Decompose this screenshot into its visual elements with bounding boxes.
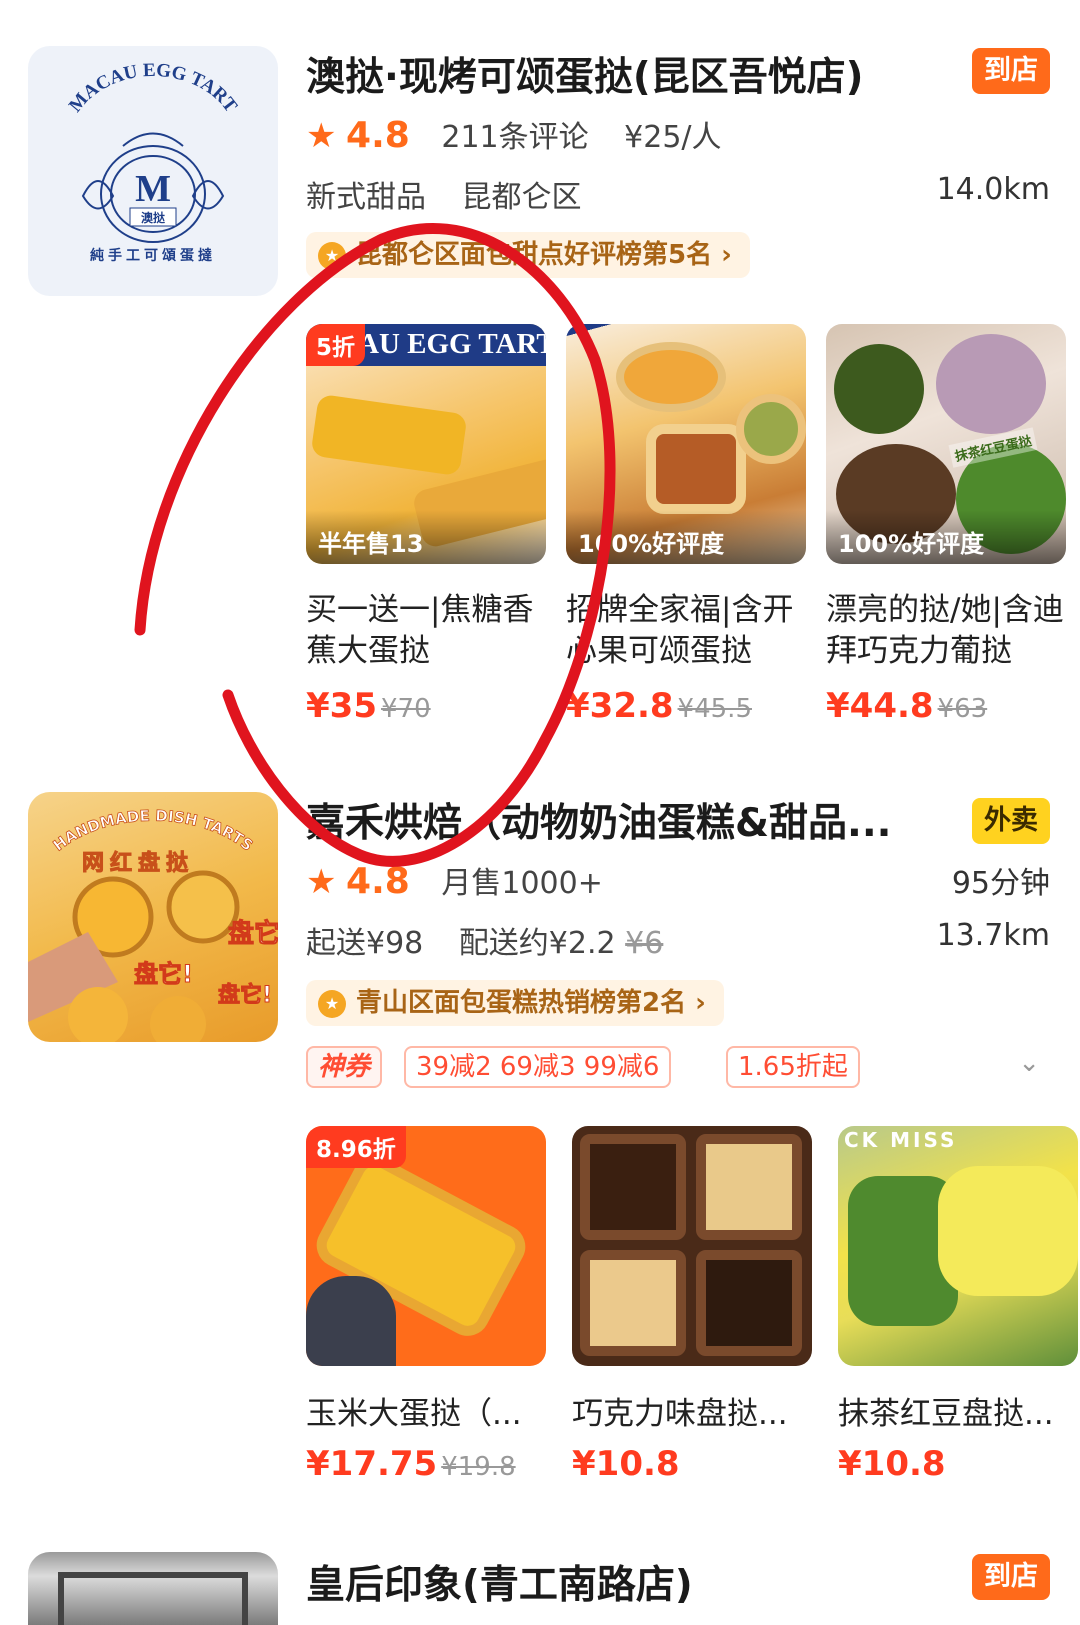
product-image: 8.96折 — [306, 1126, 546, 1366]
store-name[interactable]: 澳挞·现烤可颂蛋挞(昆区吾悦店) — [306, 46, 863, 102]
price-current: ¥10.8 — [838, 1444, 946, 1484]
store-name[interactable]: 皇后印象(青工南路店) — [306, 1554, 693, 1610]
in-store-tag: 到店 — [972, 1554, 1050, 1600]
delivery-time: 95分钟 — [951, 866, 1050, 901]
logo-monogram: M — [135, 168, 171, 210]
discount-badge: 8.96折 — [306, 1126, 406, 1168]
review-count[interactable]: 211条评论 — [441, 120, 588, 155]
logo-mid-text: 网红盘挞 — [82, 850, 194, 876]
store-logo: HANDMADE DISH TARTS 网红盘挞 盘它! 盘它! 盘它! — [28, 792, 278, 1042]
store-district: 昆都仑区 — [461, 180, 582, 215]
image-banner-text: CK MISS — [844, 1128, 958, 1152]
logo-word: 盘它! — [228, 918, 278, 949]
svg-text:HANDMADE DISH TARTS: HANDMADE DISH TARTS — [50, 807, 257, 855]
store-delivery-row: 起送¥98 配送约¥2.2 ¥6 13.7km — [306, 918, 1050, 961]
monthly-sales: 月售1000+ — [441, 866, 603, 901]
logo-sub: 澳挞 — [141, 210, 166, 225]
rank-text: 青山区面包蛋糕热销榜第2名 — [356, 988, 687, 1018]
store-card-queen-impression[interactable]: 皇后印象(青工南路店) 到店 — [0, 1510, 1080, 1625]
product-price: ¥10.8 — [572, 1444, 680, 1484]
medal-icon: ★ — [318, 989, 346, 1018]
rank-badge[interactable]: ★ 昆都仑区面包甜点好评榜第5名 › — [306, 232, 750, 278]
store-card-macau-egg-tart[interactable]: MACAU EGG TART M 澳挞 純手工可頌蛋撻 澳挞·现烤可颂蛋挞(昆区… — [0, 0, 1080, 740]
logo-top-text: HANDMADE DISH TARTS — [49, 806, 256, 855]
product-name: 抹茶红豆盘挞... — [838, 1396, 1054, 1432]
rating-value: 4.8 — [346, 115, 410, 156]
price-original: ¥70 — [380, 694, 431, 724]
store-category-row: 新式甜品 昆都仑区 14.0km — [306, 172, 1050, 215]
price-original: ¥45.5 — [677, 694, 752, 724]
price-original: ¥63 — [937, 694, 988, 724]
super-coupon-tag[interactable]: 神券 — [306, 1046, 383, 1088]
store-logo — [28, 1552, 278, 1625]
store-distance: 14.0km — [936, 172, 1050, 207]
discount-rate-tag[interactable]: 1.65折起 — [726, 1046, 860, 1088]
delivery-fee-original: ¥6 — [625, 926, 664, 961]
product-name: 招牌全家福|含开心果可颂蛋挞 — [566, 592, 794, 669]
logo-word: 盘它! — [218, 982, 272, 1008]
price-current: ¥10.8 — [572, 1444, 680, 1484]
product-price: ¥35 ¥70 — [306, 686, 431, 726]
rating-value: 4.8 — [346, 861, 410, 902]
product-name: 玉米大蛋挞（... — [306, 1396, 522, 1432]
logo-bottom-text: 純手工可頌蛋撻 — [90, 247, 216, 264]
store-rating-row: ★ 4.8 211条评论 ¥25/人 — [306, 112, 1050, 156]
svg-text:MACAU EGG TART: MACAU EGG TART — [65, 60, 241, 117]
store-name[interactable]: 嘉禾烘焙（动物奶油蛋糕&甜品... — [306, 792, 891, 848]
store-logo: MACAU EGG TART M 澳挞 純手工可頌蛋撻 — [28, 46, 278, 296]
image-banner-text: AU EGG TART — [358, 328, 546, 360]
product-image — [572, 1126, 812, 1366]
price-current: ¥44.8 — [826, 686, 934, 726]
rank-text: 昆都仑区面包甜点好评榜第5名 — [356, 240, 713, 270]
chevron-down-icon[interactable]: ⌄ — [1018, 1048, 1040, 1078]
product-image: AU EGG TART 5折 半年售13 — [306, 324, 546, 564]
discount-tiers-tag[interactable]: 39减2 69减3 99减6 — [404, 1046, 672, 1088]
store-distance: 13.7km — [936, 918, 1050, 953]
min-order: 起送¥98 — [306, 926, 424, 961]
product-name: 巧克力味盘挞... — [572, 1396, 788, 1432]
star-icon: ★ — [306, 862, 337, 902]
sales-overlay: 半年售13 — [306, 510, 546, 564]
star-icon: ★ — [306, 116, 337, 156]
chevron-right-icon: › — [686, 988, 706, 1018]
rank-badge[interactable]: ★ 青山区面包蛋糕热销榜第2名 › — [306, 980, 724, 1026]
store-category: 新式甜品 — [306, 180, 426, 215]
product-price: ¥32.8 ¥45.5 — [566, 686, 752, 726]
rating-overlay: 100%好评度 — [826, 510, 1066, 564]
price-current: ¥32.8 — [566, 686, 674, 726]
price-current: ¥35 — [306, 686, 377, 726]
product-image: 抹茶红豆蛋挞 100%好评度 — [826, 324, 1066, 564]
product-price: ¥17.75 ¥19.8 — [306, 1444, 516, 1484]
store-card-jiahe-bakery[interactable]: HANDMADE DISH TARTS 网红盘挞 盘它! 盘它! 盘它! 嘉禾烘… — [0, 740, 1080, 1510]
medal-icon: ★ — [318, 241, 346, 270]
product-image: 100%好评度 — [566, 324, 806, 564]
product-name: 买一送一|焦糖香蕉大蛋挞 — [306, 592, 534, 669]
price-original: ¥19.8 — [441, 1452, 516, 1482]
delivery-fee: 配送约¥2.2 — [458, 926, 616, 961]
product-image: CK MISS — [838, 1126, 1078, 1366]
logo-word: 盘它! — [134, 960, 193, 988]
price-current: ¥17.75 — [306, 1444, 438, 1484]
takeout-tag: 外卖 — [972, 798, 1050, 844]
chevron-right-icon: › — [712, 240, 732, 270]
in-store-tag: 到店 — [972, 48, 1050, 94]
discount-badge: 5折 — [306, 324, 366, 366]
product-price: ¥44.8 ¥63 — [826, 686, 987, 726]
store-rating-row: ★ 4.8 月售1000+ 95分钟 — [306, 858, 1050, 902]
product-name: 漂亮的挞/她|含迪拜巧克力葡挞 — [826, 592, 1064, 669]
product-price: ¥10.8 — [838, 1444, 946, 1484]
logo-top-text: MACAU EGG TART — [65, 60, 241, 117]
rating-overlay: 100%好评度 — [566, 510, 806, 564]
price-per-person: ¥25/人 — [624, 120, 722, 155]
